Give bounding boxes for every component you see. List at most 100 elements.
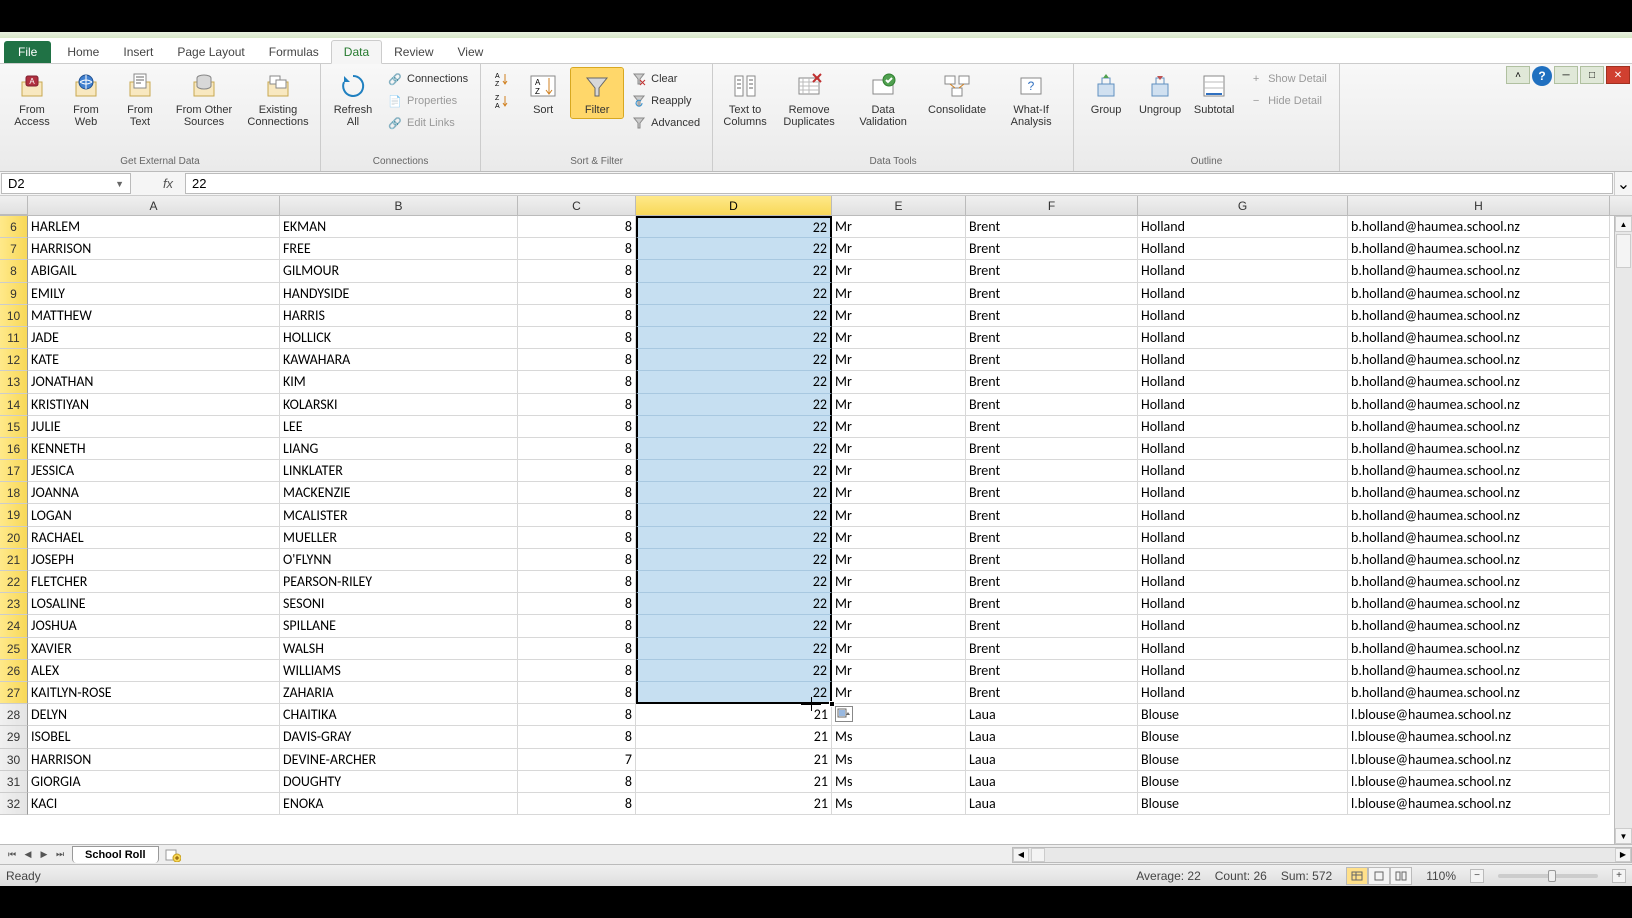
show-detail-button[interactable]: +Show Detail bbox=[1246, 70, 1329, 88]
cell[interactable]: 8 bbox=[518, 482, 636, 504]
close-button[interactable]: ✕ bbox=[1606, 66, 1630, 84]
cell[interactable]: LIANG bbox=[280, 438, 518, 460]
sheet-last-button[interactable]: ⏭ bbox=[52, 847, 68, 863]
cell[interactable]: Brent bbox=[966, 305, 1138, 327]
row-header[interactable]: 16 bbox=[0, 438, 28, 460]
cell[interactable]: Mr bbox=[832, 615, 966, 637]
cell[interactable]: Brent bbox=[966, 615, 1138, 637]
new-sheet-button[interactable] bbox=[163, 847, 183, 863]
cell[interactable]: 8 bbox=[518, 771, 636, 793]
cell[interactable]: RACHAEL bbox=[28, 527, 280, 549]
tab-page-layout[interactable]: Page Layout bbox=[165, 41, 256, 63]
cell[interactable]: b.holland@haumea.school.nz bbox=[1348, 371, 1610, 393]
cell[interactable]: Mr bbox=[832, 260, 966, 282]
from-other-sources-button[interactable]: From Other Sources bbox=[168, 68, 240, 130]
sort-asc-button[interactable]: AZ bbox=[491, 70, 511, 88]
scroll-left-button[interactable]: ◀ bbox=[1013, 848, 1029, 862]
cell[interactable]: b.holland@haumea.school.nz bbox=[1348, 504, 1610, 526]
row-header[interactable]: 31 bbox=[0, 771, 28, 793]
cell[interactable]: Mr bbox=[832, 660, 966, 682]
cell[interactable]: b.holland@haumea.school.nz bbox=[1348, 593, 1610, 615]
cell[interactable]: ALEX bbox=[28, 660, 280, 682]
cell[interactable]: b.holland@haumea.school.nz bbox=[1348, 305, 1610, 327]
cell[interactable]: Holland bbox=[1138, 327, 1348, 349]
cell[interactable]: 22 bbox=[636, 238, 832, 260]
formula-bar-expand-button[interactable]: ⌄ bbox=[1614, 172, 1632, 195]
tab-insert[interactable]: Insert bbox=[111, 41, 165, 63]
cell[interactable]: DELYN bbox=[28, 704, 280, 726]
cell[interactable]: Holland bbox=[1138, 527, 1348, 549]
cell[interactable]: KATE bbox=[28, 349, 280, 371]
cell[interactable]: l.blouse@haumea.school.nz bbox=[1348, 749, 1610, 771]
cell[interactable]: LOGAN bbox=[28, 504, 280, 526]
cell[interactable]: ZAHARIA bbox=[280, 682, 518, 704]
tab-review[interactable]: Review bbox=[382, 41, 445, 63]
cell[interactable]: 22 bbox=[636, 416, 832, 438]
cell[interactable]: 8 bbox=[518, 216, 636, 238]
cell[interactable]: Mr bbox=[832, 549, 966, 571]
vscroll-thumb[interactable] bbox=[1616, 234, 1631, 268]
cell[interactable]: b.holland@haumea.school.nz bbox=[1348, 438, 1610, 460]
row-header[interactable]: 19 bbox=[0, 504, 28, 526]
data-validation-button[interactable]: Data Validation bbox=[847, 68, 919, 130]
cell[interactable]: 8 bbox=[518, 593, 636, 615]
cell[interactable]: 22 bbox=[636, 394, 832, 416]
cell[interactable]: Ms bbox=[832, 749, 966, 771]
insert-function-button[interactable]: fx bbox=[156, 176, 180, 191]
cell[interactable]: SESONI bbox=[280, 593, 518, 615]
filter-button[interactable]: Filter bbox=[571, 68, 623, 118]
cell[interactable]: DEVINE-ARCHER bbox=[280, 749, 518, 771]
cell[interactable]: 8 bbox=[518, 260, 636, 282]
cell[interactable]: Holland bbox=[1138, 394, 1348, 416]
cell[interactable]: 22 bbox=[636, 527, 832, 549]
cell[interactable]: b.holland@haumea.school.nz bbox=[1348, 660, 1610, 682]
row-header[interactable]: 24 bbox=[0, 615, 28, 637]
cell[interactable]: 22 bbox=[636, 482, 832, 504]
cell[interactable]: l.blouse@haumea.school.nz bbox=[1348, 793, 1610, 815]
cell[interactable]: 8 bbox=[518, 726, 636, 748]
cell[interactable]: b.holland@haumea.school.nz bbox=[1348, 460, 1610, 482]
cell[interactable]: Holland bbox=[1138, 682, 1348, 704]
cell[interactable]: 22 bbox=[636, 660, 832, 682]
row-header[interactable]: 15 bbox=[0, 416, 28, 438]
remove-duplicates-button[interactable]: Remove Duplicates bbox=[773, 68, 845, 130]
cell[interactable]: Laua bbox=[966, 749, 1138, 771]
cell[interactable]: Holland bbox=[1138, 416, 1348, 438]
cell[interactable]: Blouse bbox=[1138, 704, 1348, 726]
cell[interactable]: Holland bbox=[1138, 638, 1348, 660]
cell[interactable]: HANDYSIDE bbox=[280, 283, 518, 305]
cell[interactable]: Mr bbox=[832, 593, 966, 615]
ungroup-button[interactable]: Ungroup bbox=[1134, 68, 1186, 118]
cell[interactable]: KAITLYN-ROSE bbox=[28, 682, 280, 704]
row-header[interactable]: 22 bbox=[0, 571, 28, 593]
cell[interactable]: Mr bbox=[832, 394, 966, 416]
cell[interactable]: 22 bbox=[636, 438, 832, 460]
help-button[interactable]: ? bbox=[1532, 66, 1552, 86]
cell[interactable]: 22 bbox=[636, 216, 832, 238]
group-button[interactable]: Group bbox=[1080, 68, 1132, 118]
row-header[interactable]: 18 bbox=[0, 482, 28, 504]
cell[interactable]: SPILLANE bbox=[280, 615, 518, 637]
cell[interactable]: JADE bbox=[28, 327, 280, 349]
column-header-H[interactable]: H bbox=[1348, 196, 1610, 215]
cell[interactable]: 22 bbox=[636, 371, 832, 393]
cell[interactable]: Holland bbox=[1138, 549, 1348, 571]
cell[interactable]: Blouse bbox=[1138, 771, 1348, 793]
cell[interactable]: Mr bbox=[832, 238, 966, 260]
cell[interactable]: Brent bbox=[966, 260, 1138, 282]
cell[interactable]: 22 bbox=[636, 327, 832, 349]
cell[interactable]: Brent bbox=[966, 327, 1138, 349]
cell[interactable]: Brent bbox=[966, 216, 1138, 238]
cell[interactable]: Blouse bbox=[1138, 793, 1348, 815]
row-header[interactable]: 30 bbox=[0, 749, 28, 771]
cell[interactable]: Mr bbox=[832, 371, 966, 393]
cell[interactable]: Brent bbox=[966, 238, 1138, 260]
cell[interactable]: PEARSON-RILEY bbox=[280, 571, 518, 593]
cell[interactable]: b.holland@haumea.school.nz bbox=[1348, 549, 1610, 571]
row-header[interactable]: 21 bbox=[0, 549, 28, 571]
zoom-thumb[interactable] bbox=[1548, 870, 1556, 882]
cell[interactable]: ENOKA bbox=[280, 793, 518, 815]
properties-button[interactable]: 📄Properties bbox=[385, 92, 470, 110]
cell[interactable]: MACKENZIE bbox=[280, 482, 518, 504]
cell[interactable]: 8 bbox=[518, 305, 636, 327]
